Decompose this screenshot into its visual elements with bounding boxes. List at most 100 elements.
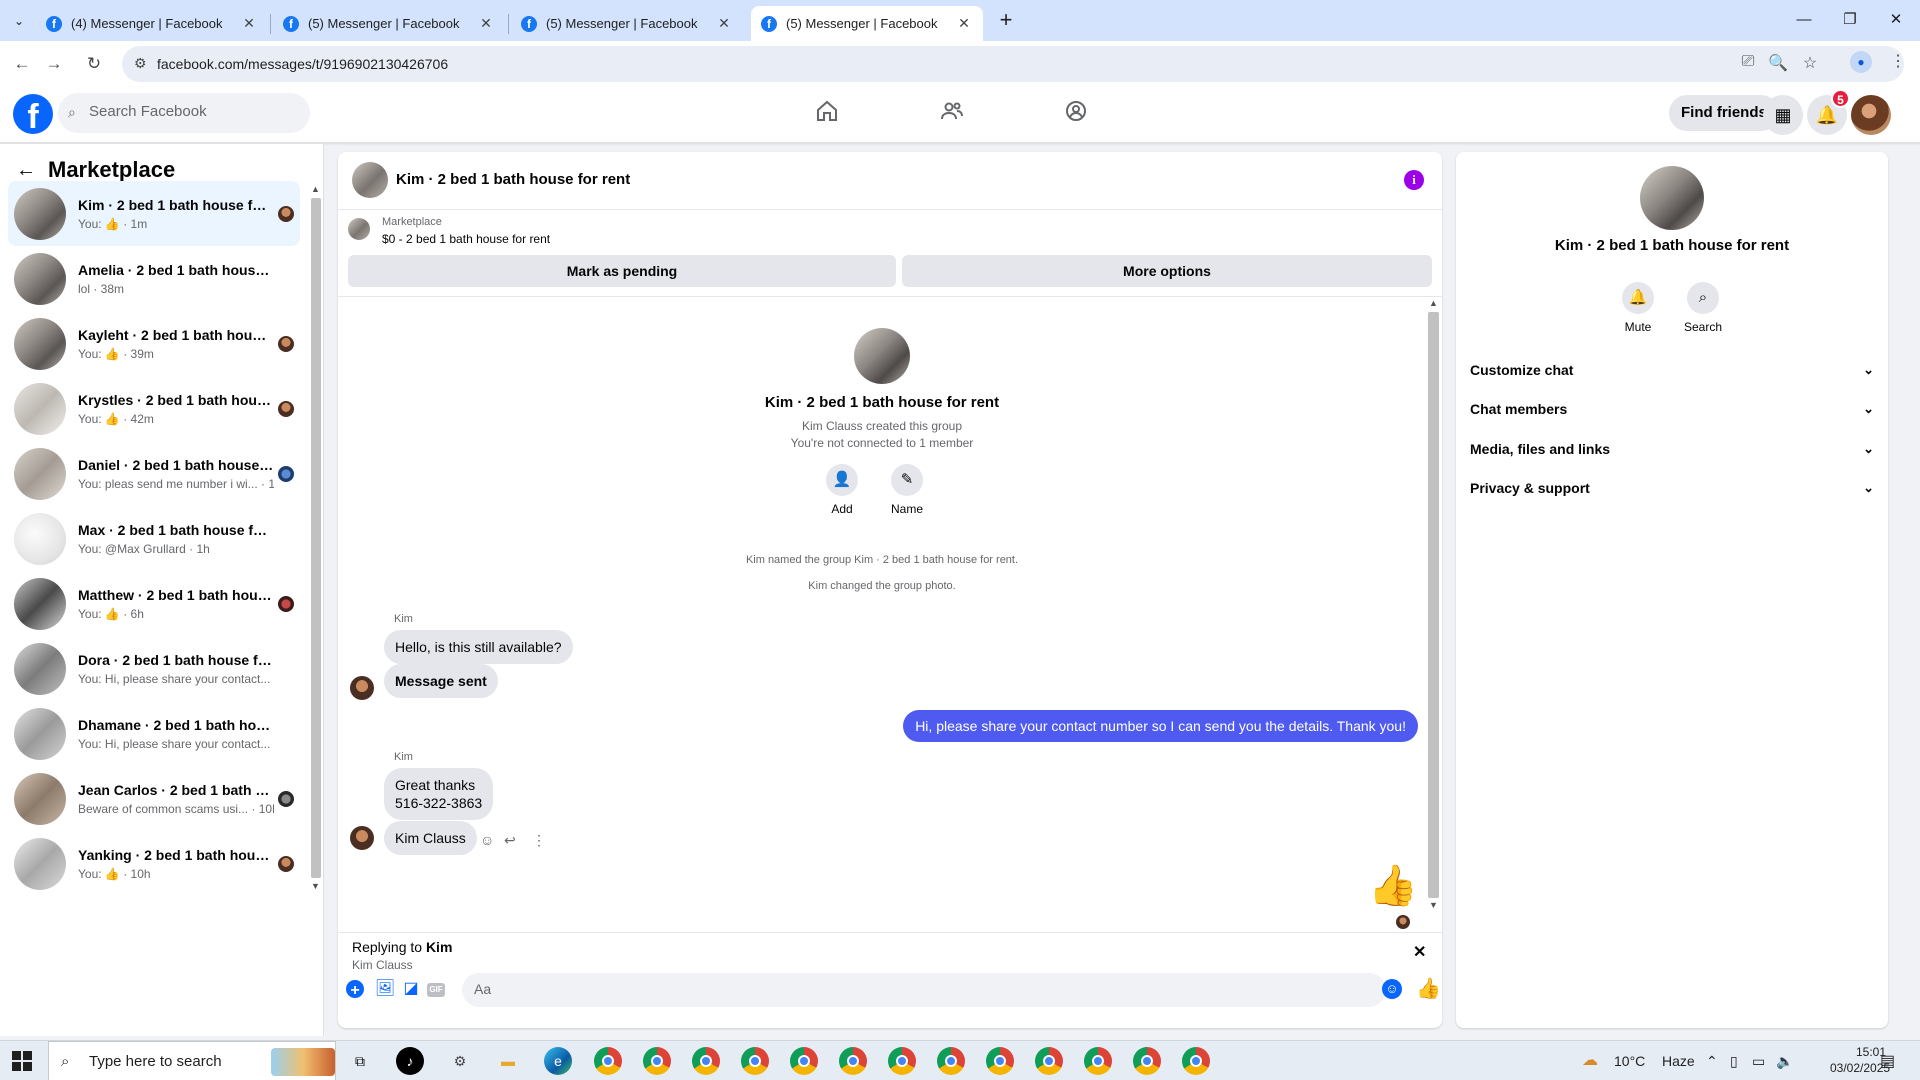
conversation-item[interactable]: Yanking · 2 bed 1 bath house for rent Yo…	[8, 831, 300, 896]
tray-overflow-chevron-icon[interactable]: ⌃	[1706, 1041, 1718, 1080]
account-avatar[interactable]	[1851, 95, 1891, 135]
meet-now-icon[interactable]: ▯	[1730, 1041, 1738, 1080]
facebook-search-input[interactable]	[89, 103, 289, 120]
restore-window-icon[interactable]: ❐	[1827, 0, 1873, 41]
more-kebab-icon[interactable]: ⋮	[532, 832, 546, 849]
chevron-down-icon[interactable]: ⌄	[1863, 480, 1874, 496]
chevron-down-icon[interactable]: ⌄	[1863, 401, 1874, 417]
browser-tab-4-active[interactable]: f (5) Messenger | Facebook ✕	[751, 6, 983, 41]
windows-start-icon[interactable]	[12, 1051, 32, 1071]
chevron-down-icon[interactable]: ⌄	[1863, 362, 1874, 378]
chevron-down-icon[interactable]: ⌄	[1863, 441, 1874, 457]
chrome-app-icon[interactable]	[594, 1047, 622, 1075]
minimize-window-icon[interactable]: —	[1781, 0, 1827, 41]
group-avatar[interactable]	[352, 162, 388, 198]
chrome-app-icon[interactable]	[741, 1047, 769, 1075]
sender-avatar[interactable]	[350, 826, 374, 850]
outgoing-message-bubble[interactable]: Hi, please share your contact number so …	[903, 710, 1418, 742]
listing-banner[interactable]: Marketplace $0 - 2 bed 1 bath house for …	[348, 214, 1428, 246]
scrollbar-thumb[interactable]	[311, 198, 321, 878]
system-clock[interactable]: 15:01 03/02/2025	[1830, 1044, 1890, 1076]
tab-close-icon[interactable]: ✕	[715, 15, 733, 32]
conversation-item[interactable]: Dhamane · 2 bed 1 bath house for rent Yo…	[8, 701, 300, 766]
scroll-up-arrow-icon[interactable]: ▲	[311, 184, 320, 194]
install-app-icon[interactable]: ⎚	[1736, 53, 1760, 71]
weather-desc[interactable]: Haze	[1662, 1041, 1695, 1080]
bell-icon[interactable]: 🔔	[1622, 282, 1654, 314]
name-group-action[interactable]: ✎ Name	[877, 464, 937, 516]
action-center-icon[interactable]: ▤	[1880, 1051, 1895, 1071]
zoom-icon[interactable]: 🔍	[1766, 53, 1790, 73]
incoming-message-bubble[interactable]: Hello, is this still available?	[384, 630, 573, 664]
incoming-message-bubble[interactable]: Great thanks 516-322-3863	[384, 768, 494, 820]
conversation-info-icon[interactable]: i	[1404, 170, 1424, 190]
browser-profile-icon[interactable]: ●	[1850, 51, 1872, 73]
search-action[interactable]: ⌕ Search	[1673, 282, 1733, 334]
scroll-down-arrow-icon[interactable]: ▼	[1429, 900, 1438, 910]
scroll-up-arrow-icon[interactable]: ▲	[1429, 298, 1438, 308]
media-files-links-section[interactable]: Media, files and links ⌄	[1470, 441, 1874, 465]
weather-temp[interactable]: 10°C	[1614, 1041, 1645, 1080]
chrome-app-icon[interactable]	[643, 1047, 671, 1075]
conversation-item[interactable]: Kayleht · 2 bed 1 bath house for rent Yo…	[8, 311, 300, 376]
conversation-item[interactable]: Krystles · 2 bed 1 bath house for rent Y…	[8, 376, 300, 441]
menu-grid-icon[interactable]: ▦	[1763, 95, 1803, 135]
back-arrow-icon[interactable]: ←	[8, 50, 36, 78]
message-composer[interactable]	[462, 973, 1386, 1007]
gif-icon[interactable]: GIF	[427, 983, 445, 997]
emoji-picker-icon[interactable]: ☺	[1382, 979, 1402, 999]
site-info-icon[interactable]: ⚙	[134, 55, 147, 72]
conversation-item[interactable]: Max · 2 bed 1 bath house for rent You: @…	[8, 506, 300, 571]
add-person-icon[interactable]: 👤	[826, 464, 858, 496]
chat-scrollbar[interactable]: ▲ ▼	[1426, 298, 1440, 912]
sender-avatar[interactable]	[350, 676, 374, 700]
forward-arrow-icon[interactable]: →	[40, 50, 68, 78]
pencil-icon[interactable]: ✎	[891, 464, 923, 496]
send-thumbs-up-icon[interactable]: 👍	[1416, 976, 1441, 1001]
browser-menu-kebab-icon[interactable]: ⋮	[1890, 51, 1906, 71]
chrome-app-icon[interactable]	[1084, 1047, 1112, 1075]
back-arrow-icon[interactable]: ←	[16, 159, 36, 182]
facebook-search-box[interactable]: ⌕	[58, 93, 310, 133]
facebook-logo-icon[interactable]: f	[13, 94, 53, 134]
message-input[interactable]	[474, 981, 1334, 997]
chrome-app-icon[interactable]	[888, 1047, 916, 1075]
chrome-app-icon[interactable]	[1035, 1047, 1063, 1075]
home-nav-icon[interactable]	[807, 99, 847, 133]
attach-photo-icon[interactable]: 🖼	[374, 978, 396, 1000]
edge-browser-icon[interactable]: e	[544, 1047, 572, 1075]
chat-members-section[interactable]: Chat members ⌄	[1470, 401, 1874, 425]
privacy-support-section[interactable]: Privacy & support ⌄	[1470, 480, 1874, 504]
new-tab-plus-icon[interactable]: +	[992, 7, 1020, 33]
scrollbar-thumb[interactable]	[1428, 312, 1439, 898]
reload-icon[interactable]: ↻	[80, 50, 108, 78]
chrome-app-icon[interactable]	[839, 1047, 867, 1075]
sticker-icon[interactable]: ◪	[400, 978, 422, 1000]
volume-icon[interactable]: 🔈	[1776, 1041, 1793, 1080]
tab-close-icon[interactable]: ✕	[477, 15, 495, 32]
file-explorer-folder-icon[interactable]: ▬	[494, 1047, 522, 1075]
task-view-icon[interactable]: ⧉	[346, 1047, 374, 1075]
more-options-button[interactable]: More options	[902, 255, 1432, 287]
weather-icon[interactable]: ☁	[1582, 1041, 1598, 1080]
sidebar-scrollbar[interactable]: ▲ ▼	[310, 184, 322, 892]
network-icon[interactable]: ▭	[1752, 1041, 1765, 1080]
url-omnibox[interactable]: ⚙ facebook.com/messages/t/91969021304267…	[122, 46, 1904, 82]
browser-tab-3[interactable]: f (5) Messenger | Facebook ✕	[511, 6, 743, 41]
groups-nav-icon[interactable]	[1056, 99, 1096, 133]
conversation-item[interactable]: Dora · 2 bed 1 bath house for rent You: …	[8, 636, 300, 701]
incoming-message-bubble[interactable]: Message sent	[384, 664, 498, 698]
conversation-item[interactable]: Jean Carlos · 2 bed 1 bath house for ren…	[8, 766, 300, 831]
taskbar-search-box[interactable]: ⌕ Type here to search	[48, 1041, 336, 1080]
plus-actions-icon[interactable]: +	[346, 980, 364, 999]
bookmark-star-icon[interactable]: ☆	[1798, 53, 1822, 73]
friends-nav-icon[interactable]	[932, 99, 972, 133]
scroll-down-arrow-icon[interactable]: ▼	[311, 881, 320, 891]
add-member-action[interactable]: 👤 Add	[812, 464, 872, 516]
react-emoji-icon[interactable]: ☺	[480, 832, 494, 848]
chat-title[interactable]: Kim · 2 bed 1 bath house for rent	[396, 171, 630, 188]
conversation-item[interactable]: Amelia · 2 bed 1 bath house for rent lol…	[8, 246, 300, 311]
chrome-app-icon[interactable]	[986, 1047, 1014, 1075]
chrome-app-icon[interactable]	[937, 1047, 965, 1075]
browser-tab-2[interactable]: f (5) Messenger | Facebook ✕	[273, 6, 505, 41]
